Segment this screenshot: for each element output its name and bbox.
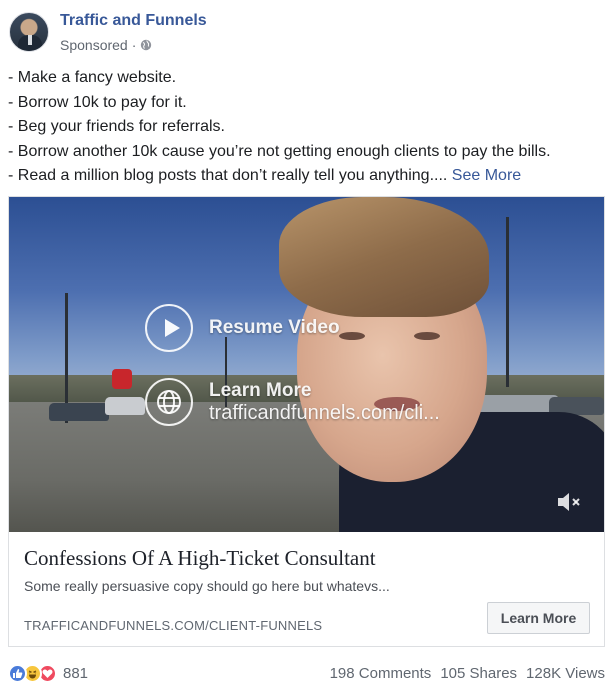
learn-more-overlay-button[interactable]: Learn More trafficandfunnels.com/cli... (145, 378, 440, 426)
post-line-last: - Read a million blog posts that don’t r… (8, 164, 608, 189)
link-card-body[interactable]: Confessions Of A High-Ticket Consultant … (9, 532, 604, 646)
post-meta: Sponsored · (60, 37, 152, 53)
post-line: - Make a fancy website. (8, 69, 177, 86)
shares-count-link[interactable]: 105 Shares (440, 665, 517, 682)
post-line: - Borrow 10k to pay for it. (8, 93, 187, 111)
parked-car (105, 397, 145, 415)
heart-glyph (42, 669, 53, 678)
video-player[interactable]: Resume Video Learn More trafficandfunnel… (9, 197, 604, 532)
post-header: Traffic and Funnels Sponsored · (9, 10, 599, 54)
resume-video-button[interactable]: Resume Video (145, 304, 340, 352)
reaction-count: 881 (63, 664, 89, 682)
globe-icon (141, 39, 152, 51)
person-hair (279, 197, 489, 317)
ad-card: Resume Video Learn More trafficandfunnel… (8, 196, 605, 647)
like-reaction-icon (8, 663, 27, 683)
globe-glyph (157, 390, 181, 414)
learn-more-overlay-url: trafficandfunnels.com/cli... (209, 402, 440, 424)
meta-separator: · (131, 37, 137, 53)
resume-video-label: Resume Video (209, 317, 340, 338)
person-eye (414, 332, 440, 340)
parked-car (49, 403, 109, 421)
play-icon (145, 304, 193, 352)
post-text: - Make a fancy website. - Borrow 10k to … (8, 66, 608, 189)
person-eye (339, 332, 365, 340)
comments-count-link[interactable]: 198 Comments (330, 665, 432, 682)
sponsored-label[interactable]: Sponsored (60, 37, 128, 53)
card-domain: TRAFFICANDFUNNELS.COM/CLIENT-FUNNELS (24, 618, 323, 633)
card-title[interactable]: Confessions Of A High-Ticket Consultant (24, 546, 376, 571)
video-person (279, 197, 604, 532)
post-footer: 881 198 Comments 105 Shares 128K Views (8, 660, 605, 686)
thumbs-up-glyph (13, 668, 23, 678)
views-count-link[interactable]: 128K Views (526, 665, 605, 682)
haha-face-glyph (28, 670, 37, 678)
learn-more-overlay-label: Learn More (209, 380, 312, 401)
mute-icon[interactable] (556, 491, 584, 513)
learn-more-button[interactable]: Learn More (487, 602, 590, 634)
card-description: Some really persuasive copy should go he… (24, 578, 390, 594)
avatar-tie (28, 35, 32, 45)
post-line-text: - Read a million blog posts that don’t r… (8, 167, 452, 184)
learn-more-overlay-text: Learn More trafficandfunnels.com/cli... (209, 380, 440, 424)
page-avatar[interactable] (9, 12, 49, 52)
see-more-link[interactable]: See More (452, 167, 521, 184)
stop-sign (112, 369, 132, 389)
post-stats: 198 Comments 105 Shares 128K Views (330, 665, 605, 682)
post-line: - Beg your friends for referrals. (8, 118, 225, 135)
globe-icon (145, 378, 193, 426)
page-name-link[interactable]: Traffic and Funnels (60, 12, 207, 30)
reactions-summary[interactable]: 881 (8, 663, 89, 683)
post-line: - Borrow another 10k cause you’re not ge… (8, 142, 551, 160)
